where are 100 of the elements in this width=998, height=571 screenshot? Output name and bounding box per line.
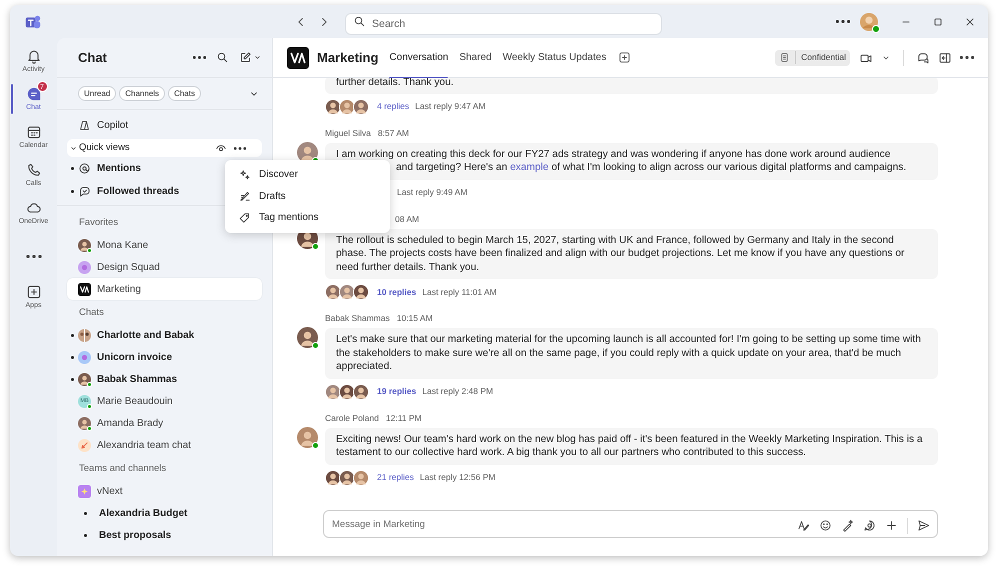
maximize-icon[interactable] [932,16,944,28]
tab[interactable]: Weekly Status Updates [502,38,606,78]
group-avatar [78,350,91,364]
chat-list-item[interactable]: vNext [67,480,262,502]
chat-list-item[interactable]: Design Squad [67,256,262,278]
chat-icon[interactable] [916,50,930,64]
person-avatar [325,284,341,300]
teams-logo-icon [24,12,42,30]
last-reply-time: Last reply 9:47 AM [415,100,486,113]
group-avatar [78,260,91,274]
person-avatar [353,284,369,300]
bell-icon [26,48,42,64]
send-icon[interactable] [917,519,930,532]
channel-title: Marketing [317,48,378,67]
replies-link[interactable]: 19 replies [377,385,416,398]
person-avatar [297,426,318,448]
copilot-icon [78,118,91,132]
more-options-icon[interactable] [193,56,206,59]
sparkle-icon [239,168,251,181]
close-icon[interactable] [964,16,976,28]
last-reply-time: Last reply 11:01 AM [422,286,497,298]
more-options-icon[interactable] [836,20,850,23]
link[interactable]: example [510,162,549,173]
copilot-item[interactable]: Copilot [67,114,262,136]
new-chat-icon[interactable] [239,51,252,64]
channel-logo-icon [287,46,309,68]
menu-item[interactable]: Discover [225,164,390,186]
team-avatar [78,484,91,498]
last-reply-time: Last reply 2:48 PM [422,385,494,398]
calendar-icon [26,124,42,140]
replies-link[interactable]: 4 replies [377,100,410,113]
pen-icon [239,190,251,202]
chat-list-item[interactable]: Alexandria team chat [67,434,262,456]
person-avatar [353,470,369,486]
group-avatar [78,328,91,342]
replies-link[interactable]: 10 replies [377,286,416,298]
chat-list-item[interactable]: Charlotte and Babak [67,324,262,346]
person-avatar [353,98,369,114]
more-icon [26,254,42,258]
section-heading: Teams and channels [79,462,166,476]
chat-list-item[interactable]: Amanda Brady [67,412,262,434]
person-avatar [325,384,341,400]
side-panel-icon[interactable] [938,50,952,64]
message-text: Let's make sure that our marketing material for the upcoming launch is all accounted for! I'm going to be setting up some time with the stakeholders to make sure we're all on the same page, if you could reply with a quick update on your area, that'd be much appreciated. [336,333,922,374]
person-avatar [78,372,91,386]
add-tab-icon[interactable] [618,51,632,64]
message-text: The rollout is scheduled to begin March 15, 2027, starting with UK and France, followed by Germany and Italy in the second phase. The projects costs have been finalized and align with our budget projections. Let me know if you have any questions or need further details. Thank you. [336,234,906,274]
apps-icon [26,284,42,300]
format-icon[interactable] [797,519,810,532]
author-name: Carole Poland [325,412,379,424]
emoji-icon[interactable] [819,519,832,532]
user-avatar[interactable] [860,12,878,30]
channel-logo-icon [78,282,91,296]
sidebar-title: Chat [78,48,107,67]
plus-icon[interactable] [885,519,898,532]
filter-chip[interactable]: Chats [168,86,201,101]
filter-chip[interactable]: Unread [78,86,116,101]
phone-icon [26,162,42,178]
message-text: and targeting? Here's an example of what I'm looking to align across our various digital platforms and campaigns. [396,161,908,174]
person-avatar [339,98,355,114]
section-heading: Chats [79,306,104,320]
filter-chip[interactable]: Channels [119,86,166,101]
chat-list-item[interactable]: Mona Kane [67,234,262,256]
sensitivity-label[interactable]: Confidential [775,50,850,66]
chat-list-item[interactable]: Marketing [67,278,262,300]
author-name: Miguel Silva [325,126,371,140]
channel-item[interactable]: Alexandria Budget [67,502,262,524]
chat-icon [26,86,42,102]
person-avatar [325,98,341,114]
more-options-icon[interactable] [960,56,974,59]
person-avatar [339,284,355,300]
quick-views-header[interactable]: Quick views [67,139,262,157]
mention-icon [78,162,91,175]
threads-icon [78,184,91,198]
person-avatar [78,238,91,252]
person-avatar [297,327,318,348]
message-time: 08 AM [395,212,420,226]
chat-list-item[interactable]: Unicorn invoice [67,346,262,368]
person-avatar [339,384,355,400]
tab[interactable]: Shared [459,38,492,78]
message-input[interactable]: Message in Marketing [323,510,938,538]
person-avatar [353,384,369,400]
chat-list-item[interactable]: Babak Shammas [67,368,262,390]
person-avatar [325,470,341,486]
sparkle-pen-icon[interactable] [841,519,854,532]
message-time: 10:15 AM [396,312,433,325]
menu-item[interactable]: Tag mentions [225,207,390,228]
channel-item[interactable]: Best proposals [67,524,262,546]
search-icon [353,15,366,28]
search-icon[interactable] [216,51,229,64]
message-time: 12:11 PM [386,412,422,424]
more-options-icon[interactable] [234,146,246,150]
menu-item[interactable]: Drafts [225,186,390,207]
search-field[interactable]: Search [345,12,662,34]
replies-link[interactable]: 21 replies [377,471,414,484]
loop-icon[interactable] [863,519,876,532]
person-avatar [339,470,355,486]
tag-icon [239,212,251,224]
person-avatar [78,416,91,430]
message-text: I am working on creating this deck for our FY27 ads strategy and was wondering if anyone has done work around audience [336,148,892,161]
